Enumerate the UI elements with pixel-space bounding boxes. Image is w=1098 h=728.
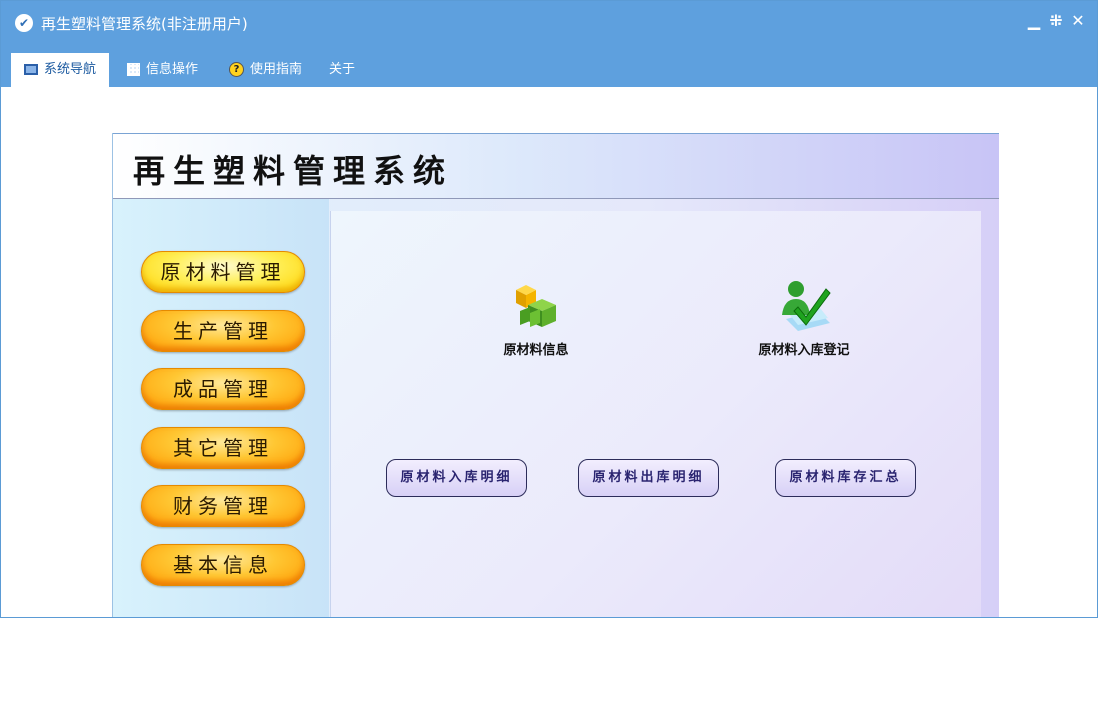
stock-in-detail-button[interactable]: 原材料入库明细	[386, 459, 527, 497]
menu-item-label: 使用指南	[250, 62, 303, 77]
sidebar-item-basic-info[interactable]: 基本信息	[141, 544, 305, 586]
feature-raw-material-stock-in[interactable]: 原材料入库登记	[739, 275, 869, 358]
sidebar-item-finance[interactable]: 财务管理	[141, 485, 305, 527]
inventory-summary-button[interactable]: 原材料库存汇总	[775, 459, 916, 497]
sidebar-item-other[interactable]: 其它管理	[141, 427, 305, 469]
sidebar-item-finished-goods[interactable]: 成品管理	[141, 368, 305, 410]
app-window: ✔ 再生塑料管理系统(非注册用户) ▁ ⁜ ✕ 系统导航 信息操作 ? 使用指南 …	[0, 0, 1098, 618]
menu-item-about[interactable]: 关于	[329, 53, 355, 87]
stock-out-detail-button[interactable]: 原材料出库明细	[578, 459, 719, 497]
help-icon: ?	[229, 62, 244, 77]
menu-item-guide[interactable]: ? 使用指南	[229, 53, 302, 87]
restore-button[interactable]: ⁜	[1047, 11, 1065, 30]
minimize-button[interactable]: ▁	[1025, 11, 1043, 30]
close-button[interactable]: ✕	[1069, 11, 1087, 30]
green-cubes-icon	[516, 285, 556, 327]
sidebar-item-raw-material[interactable]: 原材料管理	[141, 251, 305, 293]
app-logo-icon: ✔	[15, 14, 33, 32]
menu-bar: 系统导航 信息操作 ? 使用指南 关于	[1, 45, 1097, 87]
window-title: 再生塑料管理系统(非注册用户)	[41, 15, 248, 33]
page-title: 再生塑料管理系统	[133, 152, 454, 190]
menu-item-label: 关于	[329, 62, 356, 77]
sidebar: 原材料管理 生产管理 成品管理 其它管理 财务管理 基本信息	[113, 199, 329, 617]
feature-label: 原材料入库登记	[758, 343, 850, 358]
menu-item-info-ops[interactable]: 信息操作	[127, 53, 198, 87]
nav-window-icon	[23, 64, 38, 75]
grid-icon	[127, 63, 140, 76]
feature-label: 原材料信息	[503, 343, 569, 358]
title-bar: ✔ 再生塑料管理系统(非注册用户) ▁ ⁜ ✕	[1, 1, 1097, 45]
user-checkmark-icon	[782, 281, 831, 331]
menu-item-label: 系统导航	[43, 62, 96, 77]
content-area: 原材料信息 原材料入库登记 原材料入库明细 原材料出库明细 原材料库存汇总	[330, 211, 981, 617]
banner: 再生塑料管理系统	[113, 133, 999, 199]
sidebar-item-production[interactable]: 生产管理	[141, 310, 305, 352]
main-panel: 再生塑料管理系统 原材料管理 生产管理 成品管理 其它管理 财务管理 基本信息	[112, 133, 999, 617]
menu-item-system-nav[interactable]: 系统导航	[11, 53, 109, 87]
menu-item-label: 信息操作	[146, 62, 199, 77]
feature-raw-material-info[interactable]: 原材料信息	[481, 275, 591, 358]
